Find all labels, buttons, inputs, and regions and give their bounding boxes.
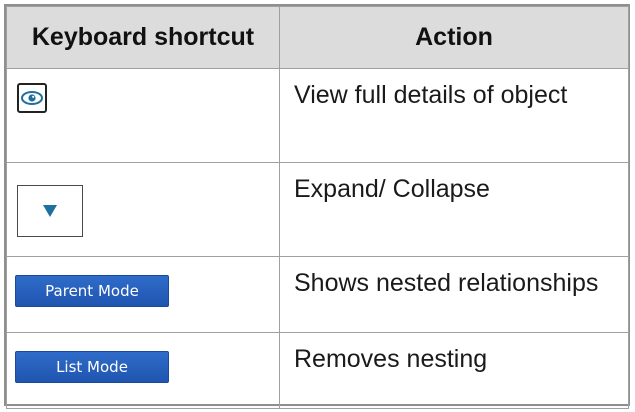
action-cell: Expand/ Collapse (279, 162, 629, 257)
action-cell: Removes nesting (279, 332, 629, 409)
view-details-button[interactable] (17, 83, 47, 113)
shortcut-cell: List Mode (6, 332, 280, 409)
shortcut-cell (6, 68, 280, 163)
table-row: Parent Mode Shows nested relationships (6, 256, 629, 333)
eye-icon (21, 91, 43, 105)
action-cell: View full details of object (279, 68, 629, 163)
table-row: Expand/ Collapse (6, 162, 629, 257)
table-row: List Mode Removes nesting (6, 332, 629, 409)
list-mode-button[interactable]: List Mode (15, 351, 169, 383)
parent-mode-button[interactable]: Parent Mode (15, 275, 169, 307)
expand-collapse-button[interactable] (17, 185, 83, 237)
shortcut-cell (6, 162, 280, 257)
shortcut-cell: Parent Mode (6, 256, 280, 333)
action-cell: Shows nested relationships (279, 256, 629, 333)
header-row: Keyboard shortcut Action (6, 6, 629, 69)
shortcut-table: Keyboard shortcut Action View full detai… (6, 6, 629, 409)
table-row: View full details of object (6, 68, 629, 163)
header-keyboard-shortcut: Keyboard shortcut (6, 6, 280, 69)
header-action: Action (279, 6, 629, 69)
triangle-down-icon (43, 205, 57, 217)
